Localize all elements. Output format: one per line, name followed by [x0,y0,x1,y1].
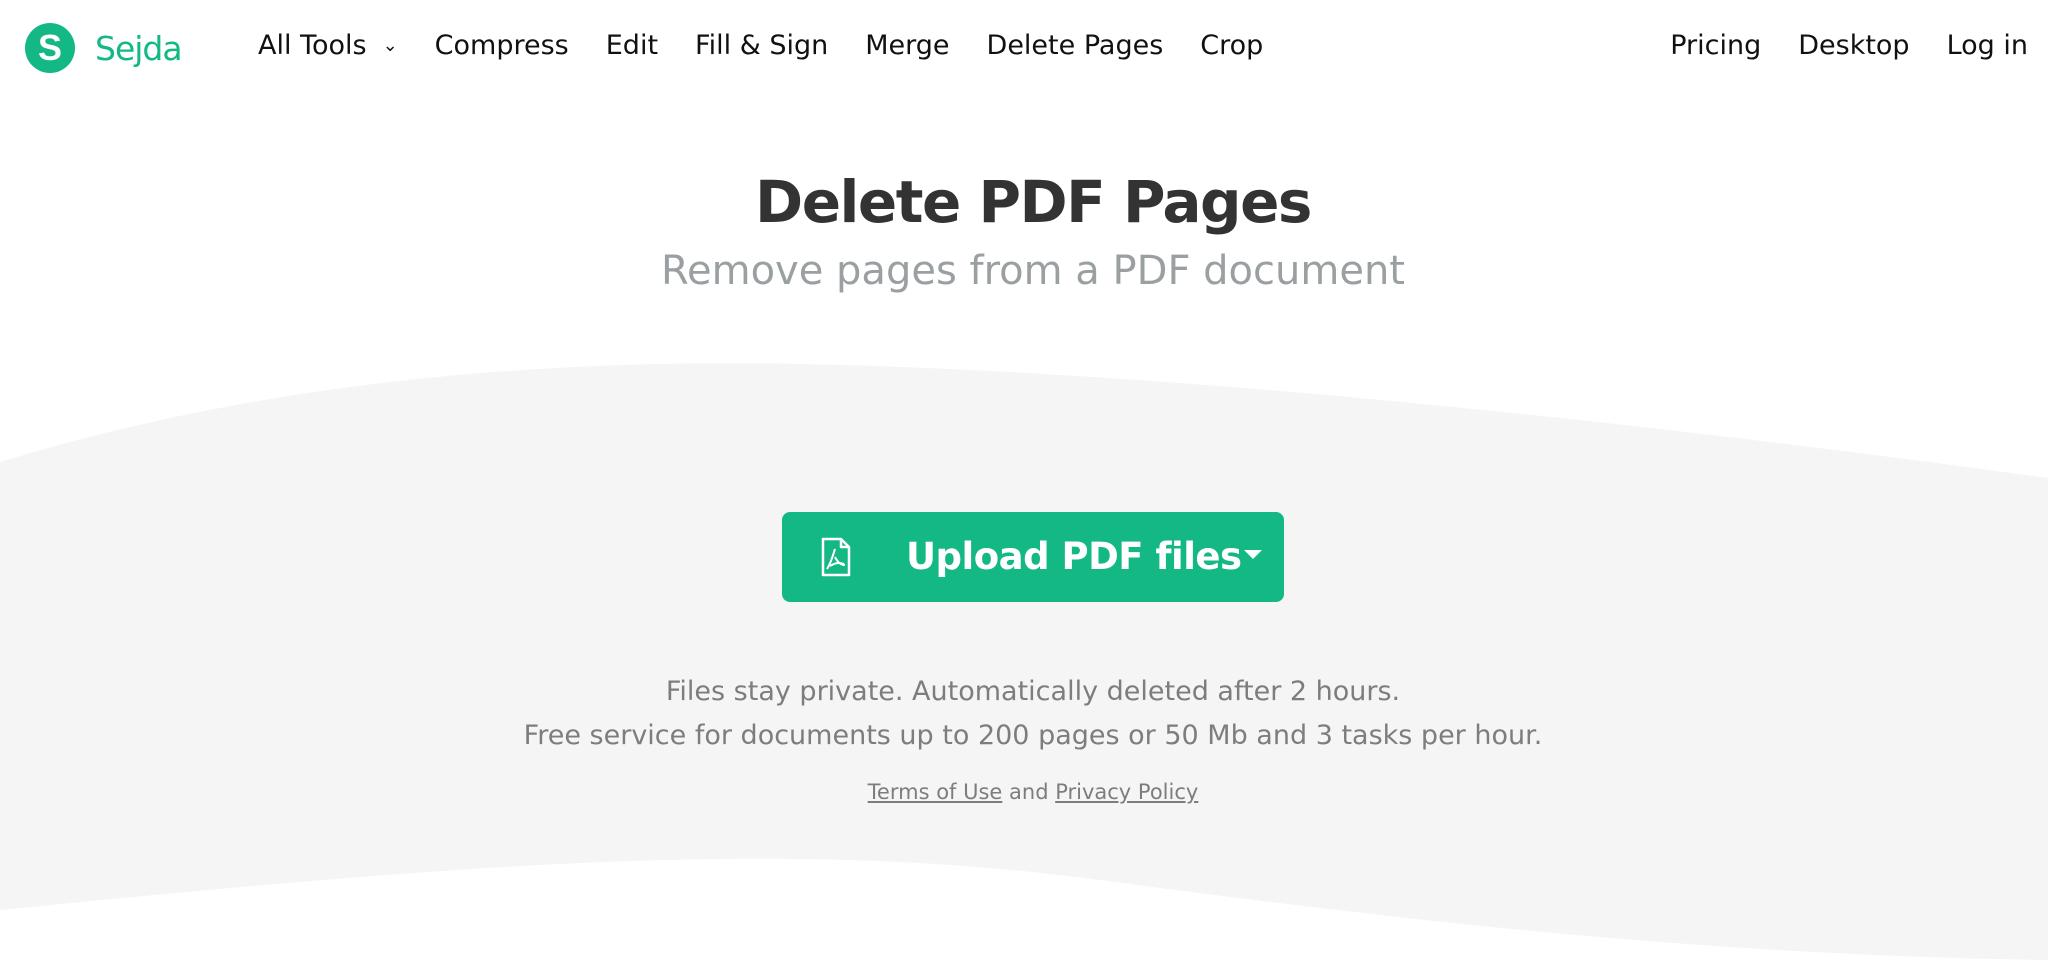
page-title: Delete PDF Pages [755,168,1312,236]
legal-links: Terms of Use and Privacy Policy [0,780,2048,804]
sejda-logo[interactable]: S Sejda [25,23,183,73]
nav-fill-sign[interactable]: Fill & Sign [695,30,828,61]
chevron-down-icon: ⌄ [382,35,398,56]
background-wave [0,363,2048,960]
nav-edit[interactable]: Edit [606,30,658,61]
privacy-note: Files stay private. Automatically delete… [665,676,1401,707]
upload-button-label: Upload PDF files [906,535,1242,578]
main-nav: All Tools ⌄ Compress Edit Fill & Sign Mer… [258,30,1300,61]
logo-text: Sejda [95,28,183,68]
logo-icon: S [25,23,75,73]
nav-merge[interactable]: Merge [865,30,949,61]
nav-delete-pages[interactable]: Delete Pages [987,30,1164,61]
upload-pdf-button[interactable]: Upload PDF files [782,512,1284,602]
nav-compress[interactable]: Compress [435,30,569,61]
nav-all-tools-label: All Tools [258,30,367,61]
nav-all-tools[interactable]: All Tools ⌄ [258,30,398,61]
nav-crop[interactable]: Crop [1200,30,1263,61]
nav-pricing[interactable]: Pricing [1670,30,1761,61]
caret-down-icon[interactable] [1244,550,1262,559]
page-subtitle: Remove pages from a PDF document [661,248,1405,294]
limits-note: Free service for documents up to 200 pag… [523,720,1543,751]
top-navbar: S Sejda All Tools ⌄ Compress Edit Fill & … [0,0,2048,100]
terms-of-use-link[interactable]: Terms of Use [868,780,1003,804]
nav-login[interactable]: Log in [1947,30,2028,61]
privacy-policy-link[interactable]: Privacy Policy [1055,780,1198,804]
nav-desktop[interactable]: Desktop [1798,30,1909,61]
pdf-file-icon [820,537,852,581]
account-nav: Pricing Desktop Log in [1633,30,2028,61]
legal-and: and [1002,780,1056,804]
